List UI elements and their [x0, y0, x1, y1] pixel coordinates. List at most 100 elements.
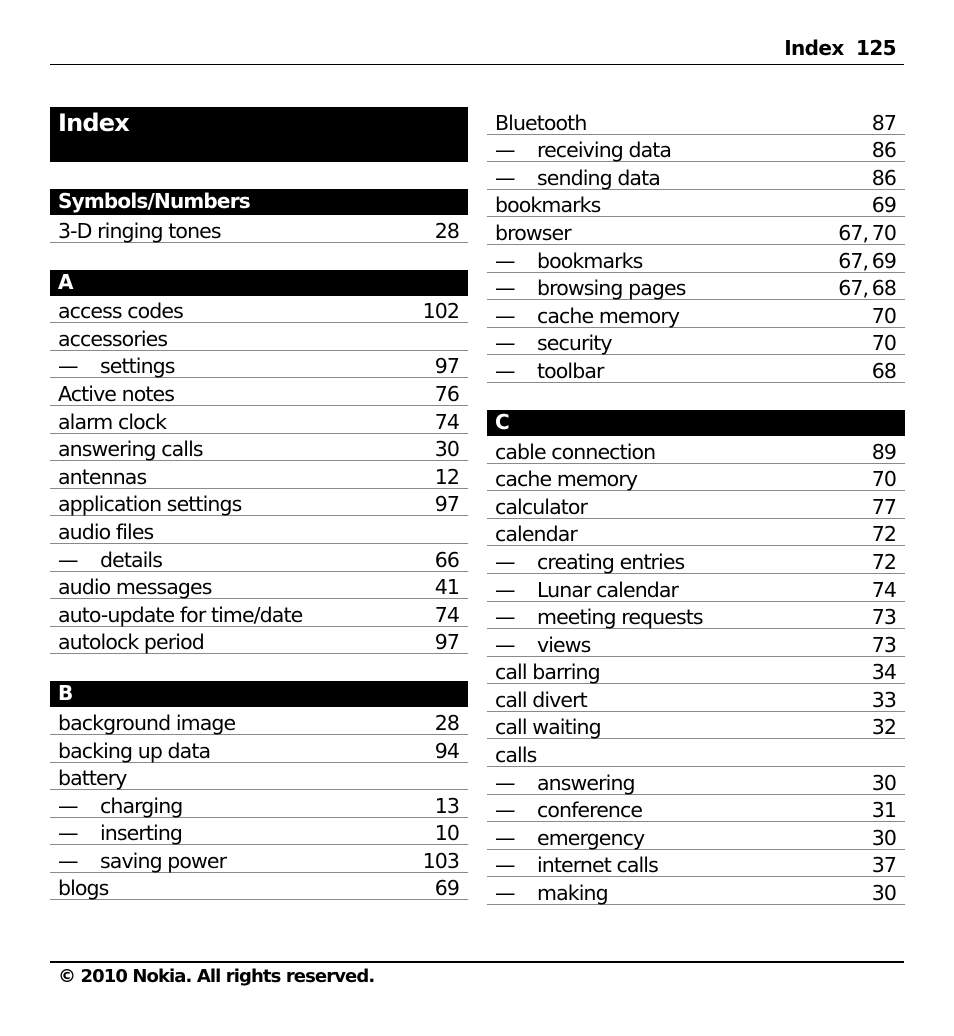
index-term: — security — [495, 332, 613, 354]
index-term: calls — [495, 743, 537, 768]
index-term: cache memory — [495, 467, 638, 492]
page-reference: 30 — [871, 825, 897, 850]
index-term-text: application settings — [58, 492, 242, 517]
page-reference: 34 — [871, 660, 897, 685]
index-term-text: details — [100, 547, 163, 572]
subentry-dash: — — [495, 798, 516, 823]
page-reference: 32 — [871, 715, 897, 740]
index-subentry: — bookmarks 67, 69 — [487, 245, 905, 273]
index-term-text: cache memory — [495, 467, 638, 492]
index-term-text: toolbar — [537, 358, 604, 383]
index-term: background image — [58, 712, 236, 734]
index-entry: bookmarks 69 — [487, 190, 905, 218]
page-reference: 41 — [434, 575, 460, 600]
page-reference: 87 — [871, 110, 897, 135]
subentry-dash: — — [58, 848, 79, 873]
index-term: — bookmarks — [495, 250, 643, 272]
index-entry: call waiting 32 — [487, 712, 905, 740]
index-term-text: Active notes — [58, 381, 175, 406]
index-subentry: — sending data 86 — [487, 162, 905, 190]
page-reference: 69 — [871, 193, 897, 218]
running-header: Index 125 — [50, 34, 904, 65]
index-entry: access codes 102 — [50, 296, 468, 324]
index-term: Bluetooth — [495, 110, 587, 135]
index-term-text: call divert — [495, 687, 588, 712]
index-term-text: creating entries — [537, 549, 685, 574]
index-term: bookmarks — [495, 194, 601, 216]
index-term: accessories — [58, 328, 168, 350]
subentry-dash: — — [495, 577, 516, 602]
index-subentry: — browsing pages 67, 68 — [487, 273, 905, 301]
subentry-dash: — — [495, 276, 516, 301]
index-subentry: — charging 13 — [50, 790, 468, 818]
index-term: — cache memory — [495, 303, 680, 328]
page-reference: 70 — [871, 303, 897, 328]
page-reference: 31 — [871, 798, 897, 823]
page-reference: 97 — [434, 492, 460, 517]
subentry-dash: — — [495, 138, 516, 163]
index-term-text: internet calls — [537, 853, 659, 878]
page-reference: 28 — [434, 710, 460, 735]
index-entry: backing up data 94 — [50, 735, 468, 763]
index-term: answering calls — [58, 438, 204, 460]
index-term-text: autolock period — [58, 630, 205, 655]
index-term: — sending data — [495, 165, 661, 190]
index-entry: audio files — [50, 516, 468, 544]
index-term-text: views — [537, 632, 591, 657]
index-entry: audio messages 41 — [50, 572, 468, 600]
subentry-dash: — — [495, 605, 516, 630]
index-term-text: making — [537, 881, 609, 906]
index-subentry: — making 30 — [487, 877, 905, 906]
index-term-text: browser — [495, 220, 572, 245]
index-subentry: — creating entries 72 — [487, 546, 905, 574]
page-reference: 30 — [871, 881, 897, 906]
section-heading-a: A — [50, 269, 468, 296]
page-reference: 68 — [871, 358, 897, 383]
page-reference: 12 — [434, 464, 460, 489]
subentry-dash: — — [495, 358, 516, 383]
index-term-text: sending data — [537, 165, 661, 190]
index-term-text: Bluetooth — [495, 110, 587, 135]
index-subentry: — emergency 30 — [487, 822, 905, 850]
page-reference: 77 — [871, 494, 897, 519]
subentry-dash: — — [495, 770, 516, 795]
page-reference: 72 — [871, 522, 897, 547]
index-term: — views — [495, 632, 591, 657]
index-subentry: — receiving data 86 — [487, 135, 905, 163]
index-term-text: browsing pages — [537, 276, 686, 301]
page-reference: 73 — [871, 605, 897, 630]
header-section: Index — [784, 36, 844, 60]
index-entry: accessories — [50, 323, 468, 351]
index-term: alarm clock — [58, 409, 167, 434]
index-term-text: saving power — [100, 848, 227, 873]
page-reference: 97 — [434, 354, 460, 379]
index-subentry: — details 66 — [50, 544, 468, 572]
subentry-dash: — — [495, 303, 516, 328]
index-subentry: — inserting 10 — [50, 818, 468, 846]
index-term-text: conference — [537, 798, 643, 823]
page-reference: 30 — [434, 437, 460, 462]
index-entry: alarm clock 74 — [50, 406, 468, 434]
index-term: — inserting — [58, 822, 183, 844]
subentry-dash: — — [495, 549, 516, 574]
index-term-text: auto-update for time/date — [58, 602, 303, 627]
index-term: — receiving data — [495, 138, 672, 163]
page-reference: 76 — [434, 381, 460, 406]
index-term-text: receiving data — [537, 138, 672, 163]
index-term: — emergency — [495, 827, 645, 849]
index-term-text: cache memory — [537, 303, 680, 328]
subentry-dash: — — [58, 354, 79, 379]
subentry-dash: — — [58, 547, 79, 572]
index-term-text: battery — [58, 766, 127, 791]
index-subentry: — answering 30 — [487, 767, 905, 795]
index-term: call barring — [495, 661, 601, 683]
subentry-dash: — — [495, 165, 516, 190]
index-term-text: alarm clock — [58, 409, 167, 434]
index-term: — settings — [58, 355, 175, 377]
index-term-text: calls — [495, 743, 537, 768]
page-reference: 103 — [422, 848, 460, 873]
index-term-text: audio messages — [58, 575, 212, 600]
index-subentry: — cache memory 70 — [487, 300, 905, 328]
page-reference: 10 — [434, 821, 460, 846]
index-entry: answering calls 30 — [50, 434, 468, 462]
